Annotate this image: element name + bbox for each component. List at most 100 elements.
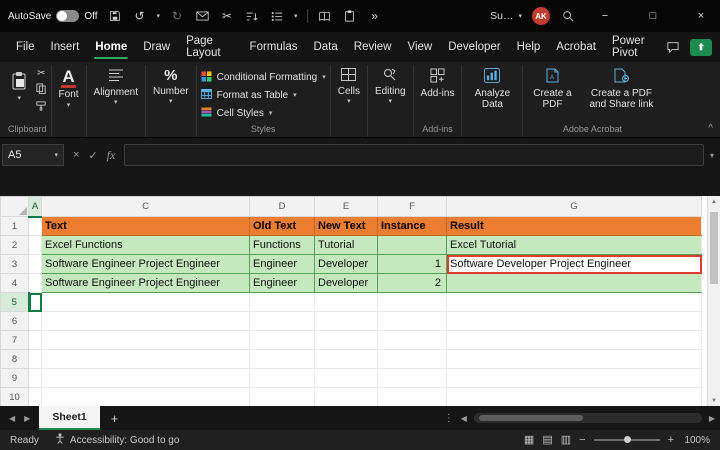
search-icon[interactable]: [560, 8, 576, 24]
scroll-up-icon[interactable]: ▲: [708, 196, 720, 205]
horizontal-scrollbar[interactable]: [474, 413, 702, 423]
editing-button[interactable]: Editing ▾: [372, 65, 409, 105]
format-painter-icon[interactable]: [36, 101, 46, 114]
cell-E3[interactable]: Developer: [315, 255, 378, 274]
scroll-down-icon[interactable]: ▼: [708, 398, 720, 404]
cell-E2[interactable]: Tutorial: [315, 236, 378, 255]
zoom-slider-knob[interactable]: [624, 436, 631, 443]
name-box[interactable]: A5 ▾: [2, 144, 64, 166]
tab-bar-divider-icon[interactable]: ⋮: [444, 413, 454, 424]
cell-A5-selected[interactable]: [29, 293, 42, 312]
tab-developer[interactable]: Developer: [440, 32, 508, 62]
select-all-corner[interactable]: [1, 197, 29, 217]
tab-draw[interactable]: Draw: [135, 32, 178, 62]
analyze-data-button[interactable]: Analyze Data: [466, 65, 518, 111]
tab-file[interactable]: File: [8, 32, 43, 62]
row-header-6[interactable]: 6: [1, 312, 29, 331]
cell-styles-button[interactable]: Cell Styles ▾: [201, 105, 273, 122]
cell-A2[interactable]: [29, 236, 42, 255]
search-box[interactable]: Su… ▾: [490, 10, 522, 22]
sort-icon[interactable]: [244, 8, 260, 24]
cell-G4[interactable]: [447, 274, 702, 293]
tab-help[interactable]: Help: [509, 32, 549, 62]
cell-D4[interactable]: Engineer: [250, 274, 315, 293]
minimize-button[interactable]: −: [586, 0, 624, 32]
tab-view[interactable]: View: [400, 32, 441, 62]
enter-icon[interactable]: ✓: [88, 149, 97, 162]
share-button[interactable]: [690, 39, 712, 56]
page-layout-view-icon[interactable]: ▤: [542, 435, 552, 446]
accessibility-status[interactable]: Accessibility: Good to go: [55, 433, 180, 447]
format-as-table-button[interactable]: Format as Table ▾: [201, 87, 297, 104]
next-sheet-icon[interactable]: ▶: [24, 414, 30, 423]
cut-icon[interactable]: ✂: [37, 69, 45, 79]
book-icon[interactable]: [317, 8, 333, 24]
cancel-icon[interactable]: ×: [73, 149, 79, 161]
hscroll-right-icon[interactable]: ▶: [709, 414, 715, 423]
column-header-E[interactable]: E: [315, 197, 378, 217]
autosave-toggle[interactable]: AutoSave Off: [8, 10, 98, 22]
close-button[interactable]: ×: [682, 0, 720, 32]
tab-acrobat[interactable]: Acrobat: [548, 32, 604, 62]
create-pdf-share-button[interactable]: Create a PDF and Share link: [585, 65, 657, 111]
row-header-7[interactable]: 7: [1, 331, 29, 350]
cell-F1[interactable]: Instance: [378, 217, 447, 236]
row-header-9[interactable]: 9: [1, 369, 29, 388]
vertical-scrollbar[interactable]: ▲ ▼: [707, 196, 720, 406]
column-header-F[interactable]: F: [378, 197, 447, 217]
cell-C1[interactable]: Text: [42, 217, 250, 236]
undo-icon[interactable]: ↺: [132, 8, 148, 24]
create-pdf-button[interactable]: A Create a PDF: [527, 65, 577, 111]
row-header-8[interactable]: 8: [1, 350, 29, 369]
zoom-in-icon[interactable]: +: [668, 434, 674, 446]
paste-button[interactable]: ▾: [8, 68, 30, 102]
cell-G3-result-highlighted[interactable]: Software Developer Project Engineer: [447, 255, 702, 274]
insert-function-icon[interactable]: fx: [107, 148, 116, 163]
cell-C4[interactable]: Software Engineer Project Engineer: [42, 274, 250, 293]
zoom-level[interactable]: 100%: [682, 435, 710, 446]
cell-G1[interactable]: Result: [447, 217, 702, 236]
column-header-G[interactable]: G: [447, 197, 702, 217]
alignment-button[interactable]: Alignment ▾: [91, 65, 141, 106]
cell-C2[interactable]: Excel Functions: [42, 236, 250, 255]
cell-F4[interactable]: 2: [378, 274, 447, 293]
column-header-A[interactable]: A: [29, 197, 42, 217]
cell-F2[interactable]: [378, 236, 447, 255]
quick-access-chevron-icon[interactable]: ▾: [294, 12, 298, 20]
overflow-icon[interactable]: »: [367, 8, 383, 24]
row-header-2[interactable]: 2: [1, 236, 29, 255]
tab-data[interactable]: Data: [305, 32, 345, 62]
hscroll-left-icon[interactable]: ◀: [461, 414, 467, 423]
cell-E4[interactable]: Developer: [315, 274, 378, 293]
numbered-list-icon[interactable]: [269, 8, 285, 24]
formula-bar-expand-icon[interactable]: ▾: [704, 151, 720, 160]
font-button[interactable]: A Font ▾: [56, 65, 82, 109]
cells-button[interactable]: Cells ▾: [335, 65, 363, 105]
normal-view-icon[interactable]: ▦: [524, 435, 534, 446]
tab-insert[interactable]: Insert: [43, 32, 88, 62]
cell-C3[interactable]: Software Engineer Project Engineer: [42, 255, 250, 274]
row-header-1[interactable]: 1: [1, 217, 29, 236]
cell-F3[interactable]: 1: [378, 255, 447, 274]
avatar[interactable]: AK: [532, 7, 550, 25]
add-ins-button[interactable]: Add-ins: [418, 65, 458, 99]
row-header-5[interactable]: 5: [1, 293, 29, 312]
number-button[interactable]: % Number ▾: [150, 65, 192, 105]
comments-icon[interactable]: [665, 39, 681, 55]
prev-sheet-icon[interactable]: ◀: [9, 414, 15, 423]
redo-icon[interactable]: ↻: [169, 8, 185, 24]
tab-formulas[interactable]: Formulas: [242, 32, 306, 62]
cut-icon[interactable]: ✂: [219, 8, 235, 24]
cell-E1[interactable]: New Text: [315, 217, 378, 236]
tab-power-pivot[interactable]: Power Pivot: [604, 32, 665, 62]
vertical-scrollbar-thumb[interactable]: [710, 212, 718, 284]
save-icon[interactable]: [107, 8, 123, 24]
zoom-out-icon[interactable]: −: [579, 434, 585, 446]
zoom-slider[interactable]: [594, 439, 660, 441]
conditional-formatting-button[interactable]: Conditional Formatting ▾: [201, 69, 326, 86]
cell-A4[interactable]: [29, 274, 42, 293]
cell-D3[interactable]: Engineer: [250, 255, 315, 274]
row-header-10[interactable]: 10: [1, 388, 29, 407]
row-header-4[interactable]: 4: [1, 274, 29, 293]
cell-D1[interactable]: Old Text: [250, 217, 315, 236]
